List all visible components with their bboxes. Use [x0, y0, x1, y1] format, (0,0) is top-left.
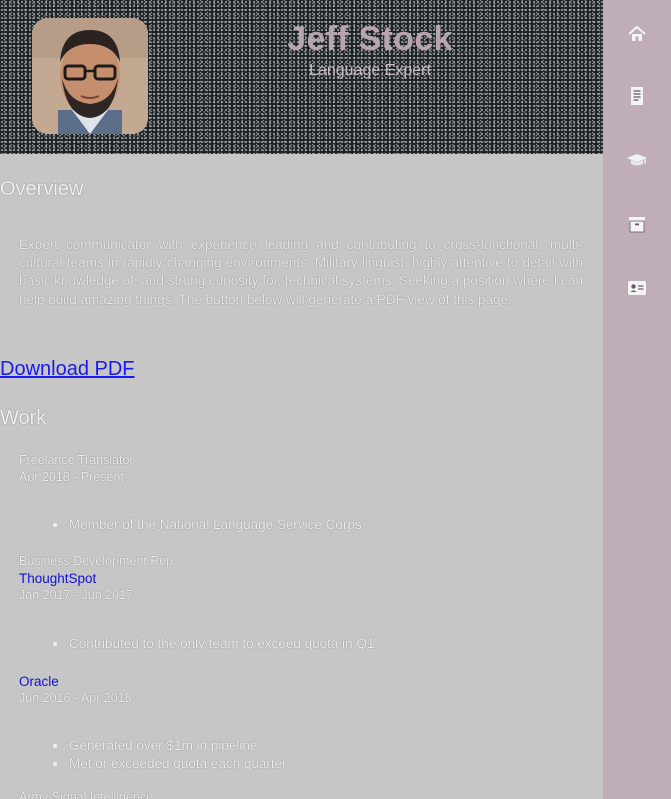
resume-document-icon[interactable] — [625, 84, 649, 108]
job-bullets: Contributed to the only team to exceed q… — [50, 635, 374, 653]
overview-text: Expert communicator with experience lead… — [19, 237, 583, 307]
sidebar-nav — [603, 0, 671, 799]
profile-name: Jeff Stock — [287, 20, 453, 58]
home-icon[interactable] — [625, 22, 649, 46]
job-dates: Jun 2016 - Apr 2018 — [19, 691, 132, 705]
contact-card-icon[interactable] — [625, 276, 649, 300]
avatar — [32, 18, 148, 134]
job-company: ThoughtSpot — [19, 571, 97, 586]
graduation-cap-icon[interactable] — [625, 148, 649, 172]
job-bullets: Generated over $1m in pipeline Met or ex… — [50, 737, 287, 773]
job-bullets: Member of the National Language Service … — [50, 516, 362, 534]
job-entry: Freelance Translator Apr 2018 - Present — [19, 452, 589, 486]
job-bullet: Met or exceeded quota each quarter — [50, 755, 287, 773]
profile-tagline: Language Expert — [309, 62, 431, 79]
job-dates: Apr 2018 - Present — [19, 470, 124, 484]
job-bullet: Generated over $1m in pipeline — [50, 737, 287, 755]
profile-header: Jeff Stock Language Expert — [0, 0, 603, 154]
main-content: Jeff Stock Language Expert Overview Expe… — [0, 0, 603, 799]
download-pdf-link[interactable]: Download PDF — [0, 358, 135, 381]
work-heading: Work — [0, 407, 47, 429]
job-entry: Business Development Rep ThoughtSpot Jan… — [19, 553, 589, 604]
avatar-portrait — [32, 18, 148, 134]
job-entry: Oracle Jun 2016 - Apr 2018 — [19, 673, 589, 707]
job-title: Business Development Rep — [19, 554, 174, 568]
job-company: Oracle — [19, 674, 59, 689]
job-bullet: Member of the National Language Service … — [50, 516, 362, 534]
job-title: Freelance Translator — [19, 453, 134, 467]
job-title-partial: Army Signal Intelligence — [19, 790, 154, 799]
archive-box-icon[interactable] — [625, 212, 649, 236]
job-bullet: Contributed to the only team to exceed q… — [50, 635, 374, 653]
job-dates: Jan 2017 - Jun 2017 — [19, 588, 133, 602]
overview-heading: Overview — [0, 178, 84, 200]
